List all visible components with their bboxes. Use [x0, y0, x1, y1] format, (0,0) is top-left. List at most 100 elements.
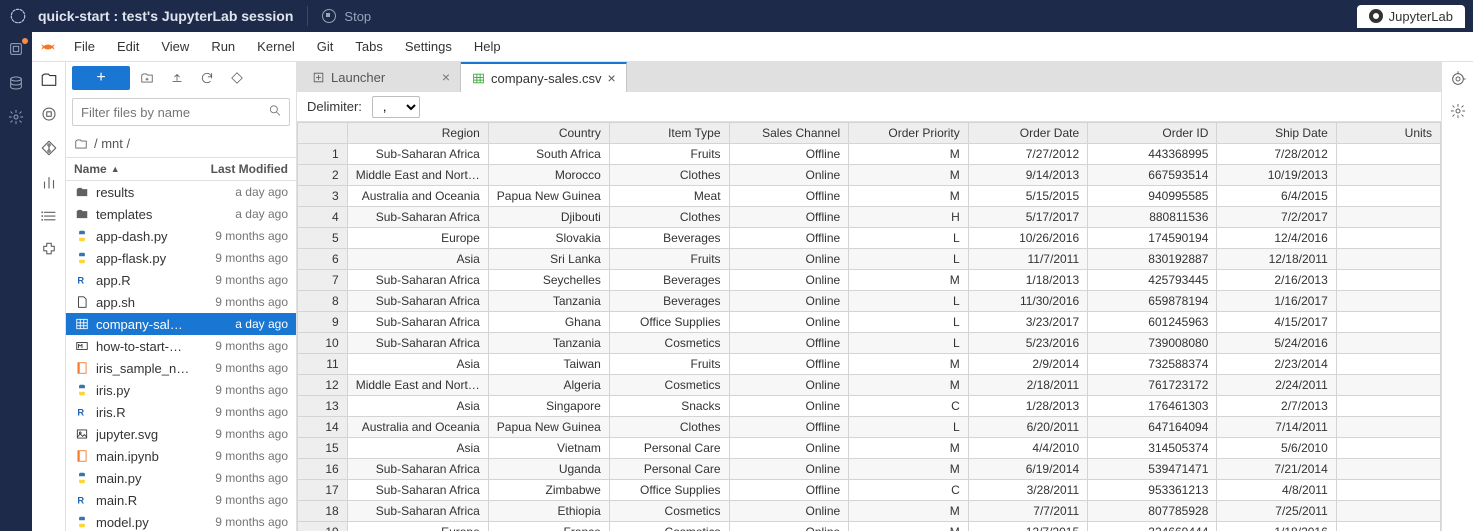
- cell[interactable]: L: [849, 249, 969, 270]
- cell[interactable]: Offline: [729, 207, 849, 228]
- cell[interactable]: M: [849, 354, 969, 375]
- property-inspector-icon[interactable]: [1449, 70, 1467, 88]
- file-item[interactable]: resultsa day ago: [66, 181, 296, 203]
- col-header[interactable]: Order Priority: [849, 123, 969, 144]
- cell[interactable]: [1336, 438, 1440, 459]
- file-item[interactable]: main.py9 months ago: [66, 467, 296, 489]
- menu-help[interactable]: Help: [464, 35, 511, 58]
- cell[interactable]: 7/14/2011: [1217, 417, 1336, 438]
- cell[interactable]: M: [849, 375, 969, 396]
- menu-git[interactable]: Git: [307, 35, 344, 58]
- file-item[interactable]: Rapp.R9 months ago: [66, 269, 296, 291]
- cell[interactable]: Offline: [729, 228, 849, 249]
- cell[interactable]: [1336, 396, 1440, 417]
- row-header[interactable]: 14: [298, 417, 348, 438]
- cell[interactable]: 2/24/2011: [1217, 375, 1336, 396]
- file-item[interactable]: iris.py9 months ago: [66, 379, 296, 401]
- cell[interactable]: Personal Care: [609, 459, 729, 480]
- cell[interactable]: 880811536: [1088, 207, 1217, 228]
- cell[interactable]: Online: [729, 270, 849, 291]
- activity-toc-icon[interactable]: [39, 206, 59, 226]
- git-button[interactable]: [224, 66, 250, 90]
- cell[interactable]: H: [849, 207, 969, 228]
- cell[interactable]: Asia: [347, 249, 488, 270]
- cell[interactable]: 2/7/2013: [1217, 396, 1336, 417]
- cell[interactable]: Office Supplies: [609, 480, 729, 501]
- cell[interactable]: [1336, 291, 1440, 312]
- menu-edit[interactable]: Edit: [107, 35, 149, 58]
- table-row[interactable]: 10Sub-Saharan AfricaTanzaniaCosmeticsOff…: [298, 333, 1441, 354]
- tab-launcher[interactable]: Launcher×: [301, 62, 461, 92]
- cell[interactable]: 1/18/2016: [1217, 522, 1336, 531]
- cell[interactable]: Sub-Saharan Africa: [347, 270, 488, 291]
- cell[interactable]: 1/28/2013: [968, 396, 1087, 417]
- row-header[interactable]: 12: [298, 375, 348, 396]
- cell[interactable]: Vietnam: [488, 438, 609, 459]
- cell[interactable]: [1336, 375, 1440, 396]
- cell[interactable]: 5/23/2016: [968, 333, 1087, 354]
- col-modified-header[interactable]: Last Modified: [198, 162, 288, 176]
- cell[interactable]: C: [849, 396, 969, 417]
- cell[interactable]: Sri Lanka: [488, 249, 609, 270]
- cell[interactable]: 830192887: [1088, 249, 1217, 270]
- cell[interactable]: Sub-Saharan Africa: [347, 312, 488, 333]
- cell[interactable]: Offline: [729, 354, 849, 375]
- menu-tabs[interactable]: Tabs: [345, 35, 392, 58]
- row-header[interactable]: 19: [298, 522, 348, 531]
- row-header[interactable]: 9: [298, 312, 348, 333]
- rail-settings-icon[interactable]: [7, 108, 25, 126]
- close-icon[interactable]: ×: [442, 69, 450, 85]
- row-header[interactable]: 13: [298, 396, 348, 417]
- cell[interactable]: 3/23/2017: [968, 312, 1087, 333]
- table-row[interactable]: 11AsiaTaiwanFruitsOfflineM2/9/2014732588…: [298, 354, 1441, 375]
- cell[interactable]: Offline: [729, 480, 849, 501]
- cell[interactable]: Offline: [729, 417, 849, 438]
- cell[interactable]: Papua New Guinea: [488, 186, 609, 207]
- cell[interactable]: M: [849, 501, 969, 522]
- cell[interactable]: [1336, 270, 1440, 291]
- row-header[interactable]: 10: [298, 333, 348, 354]
- cell[interactable]: 12/4/2016: [1217, 228, 1336, 249]
- cell[interactable]: Tanzania: [488, 291, 609, 312]
- cell[interactable]: Fruits: [609, 144, 729, 165]
- table-row[interactable]: 9Sub-Saharan AfricaGhanaOffice SuppliesO…: [298, 312, 1441, 333]
- file-item[interactable]: how-to-start-…9 months ago: [66, 335, 296, 357]
- tab-company-sales-csv[interactable]: company-sales.csv×: [461, 62, 627, 92]
- debugger-icon[interactable]: [1449, 102, 1467, 120]
- row-header[interactable]: 18: [298, 501, 348, 522]
- cell[interactable]: Djibouti: [488, 207, 609, 228]
- breadcrumb[interactable]: / mnt /: [66, 130, 296, 157]
- menu-view[interactable]: View: [151, 35, 199, 58]
- col-header[interactable]: Units: [1336, 123, 1440, 144]
- file-item[interactable]: jupyter.svg9 months ago: [66, 423, 296, 445]
- cell[interactable]: 174590194: [1088, 228, 1217, 249]
- row-header[interactable]: 5: [298, 228, 348, 249]
- cell[interactable]: Sub-Saharan Africa: [347, 480, 488, 501]
- row-header[interactable]: 2: [298, 165, 348, 186]
- cell[interactable]: 647164094: [1088, 417, 1217, 438]
- cell[interactable]: Uganda: [488, 459, 609, 480]
- table-row[interactable]: 15AsiaVietnamPersonal CareOnlineM4/4/201…: [298, 438, 1441, 459]
- cell[interactable]: Clothes: [609, 417, 729, 438]
- cell[interactable]: Sub-Saharan Africa: [347, 144, 488, 165]
- cell[interactable]: Fruits: [609, 249, 729, 270]
- cell[interactable]: Australia and Oceania: [347, 417, 488, 438]
- table-row[interactable]: 3Australia and OceaniaPapua New GuineaMe…: [298, 186, 1441, 207]
- cell[interactable]: M: [849, 144, 969, 165]
- cell[interactable]: M: [849, 438, 969, 459]
- cell[interactable]: 5/17/2017: [968, 207, 1087, 228]
- cell[interactable]: 3/28/2011: [968, 480, 1087, 501]
- table-row[interactable]: 8Sub-Saharan AfricaTanzaniaBeveragesOnli…: [298, 291, 1441, 312]
- cell[interactable]: Singapore: [488, 396, 609, 417]
- col-name-header[interactable]: Name ▲: [74, 162, 198, 176]
- cell[interactable]: Beverages: [609, 228, 729, 249]
- cell[interactable]: Sub-Saharan Africa: [347, 459, 488, 480]
- file-item[interactable]: app.sh9 months ago: [66, 291, 296, 313]
- cell[interactable]: Online: [729, 522, 849, 531]
- table-row[interactable]: 13AsiaSingaporeSnacksOnlineC1/28/2013176…: [298, 396, 1441, 417]
- cell[interactable]: 4/15/2017: [1217, 312, 1336, 333]
- cell[interactable]: 6/19/2014: [968, 459, 1087, 480]
- cell[interactable]: 314505374: [1088, 438, 1217, 459]
- cell[interactable]: Cosmetics: [609, 333, 729, 354]
- file-filter-input[interactable]: [72, 98, 290, 126]
